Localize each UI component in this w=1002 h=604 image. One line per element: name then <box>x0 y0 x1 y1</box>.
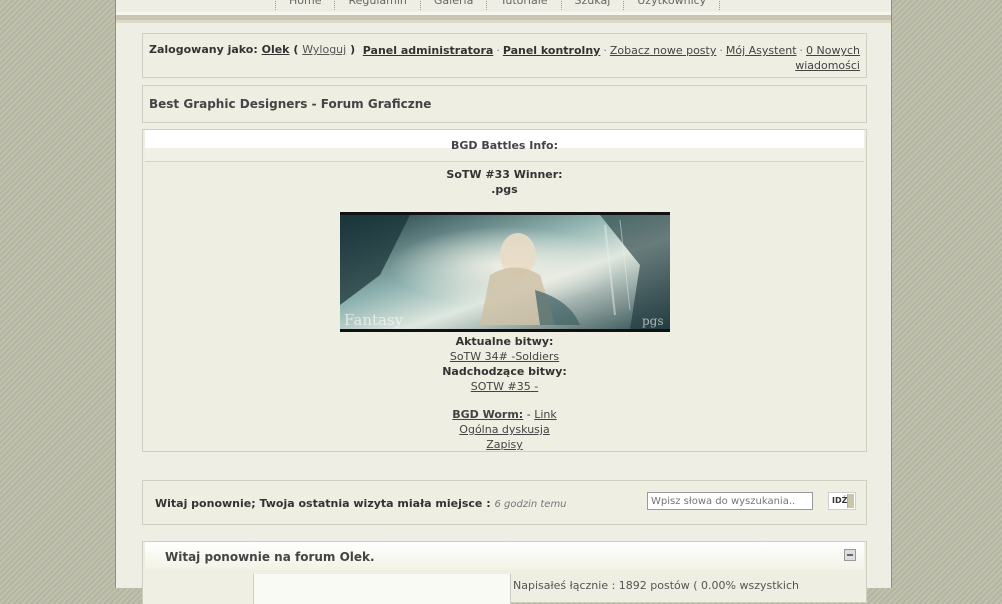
upcoming-battle-link[interactable]: SOTW #35 - <box>471 380 538 393</box>
banner-right-text: pgs <box>642 314 664 328</box>
new-posts-link[interactable]: Zobacz nowe posty <box>610 44 717 57</box>
grip-icon <box>847 494 854 508</box>
forum-welcome-title: Witaj ponownie na forum Olek. <box>165 550 375 564</box>
forum-title-bar: Best Graphic Designers - Forum Graficzne <box>142 85 867 123</box>
battles-info-box: BGD Battles Info: SoTW #33 Winner: .pgs <box>142 129 867 452</box>
collapse-icon[interactable] <box>844 549 856 561</box>
search-input[interactable] <box>647 492 813 510</box>
separator: · <box>719 44 723 57</box>
stats-cell-avatar <box>143 574 254 604</box>
separator: · <box>799 44 804 57</box>
winner-name: .pgs <box>491 183 518 196</box>
forum-title[interactable]: Best Graphic Designers - Forum Graficzne <box>149 97 431 111</box>
current-battles-label: Aktualne bitwy: <box>455 335 554 348</box>
logout-link[interactable]: Wyloguj <box>302 43 346 56</box>
band-mid <box>116 20 891 23</box>
username-link[interactable]: Olek <box>262 43 290 56</box>
last-visit-time: 6 godzin temu <box>494 499 567 510</box>
signups-link[interactable]: Zapisy <box>486 438 523 451</box>
close-paren: ) <box>350 43 356 56</box>
open-paren: ( <box>293 43 299 56</box>
user-bar: Zalogowany jako: Olek ( Wyloguj ) Panel … <box>142 33 867 78</box>
post-stats-text: Napisałeś łącznie : 1892 postów ( 0.00% … <box>513 579 799 592</box>
nav-users[interactable]: Użytkownicy <box>623 0 721 10</box>
assistant-link[interactable]: Mój Asystent <box>726 44 797 57</box>
nav-search[interactable]: Szukaj <box>560 0 625 10</box>
header-bands <box>116 12 891 23</box>
winner-signature-banner: Fantasy pgs <box>339 212 670 332</box>
forum-welcome-box: Witaj ponownie na forum Olek. Napisałeś … <box>142 541 867 604</box>
user-links: Panel administratora · Panel kontrolny · Zob… <box>360 43 860 73</box>
bgd-worm-link[interactable]: BGD Worm: <box>452 408 523 421</box>
last-visit-message: Witaj ponownie; Twoja ostatnia wizyta mi… <box>155 497 567 510</box>
worm-link[interactable]: Link <box>534 408 557 421</box>
control-panel-link[interactable]: Panel kontrolny <box>503 44 601 57</box>
last-visit-text: Witaj ponownie; Twoja ostatnia wizyta mi… <box>155 497 491 510</box>
nav-bar: Home Regulamin Galeria Tutoriale Szukaj … <box>275 0 721 10</box>
stats-cell-info <box>254 574 511 604</box>
battles-content: SoTW #33 Winner: .pgs Fantasy pgs Aktual… <box>143 167 866 452</box>
upcoming-battles-label: Nadchodzące bitwy: <box>442 365 567 378</box>
general-discussion-link[interactable]: Ogólna dyskusja <box>459 423 549 436</box>
nav-home[interactable]: Home <box>275 0 336 10</box>
banner-left-text: Fantasy <box>344 311 404 329</box>
separator: · <box>496 44 500 57</box>
search-go-button[interactable]: IDŹ <box>828 492 856 510</box>
nav-gallery[interactable]: Galeria <box>419 0 488 10</box>
forum-welcome-header: Witaj ponownie na forum Olek. <box>145 542 864 570</box>
logged-as-label: Zalogowany jako: <box>149 43 258 56</box>
nav-rules[interactable]: Regulamin <box>334 0 421 10</box>
forum-welcome-cells: Napisałeś łącznie : 1892 postów ( 0.00% … <box>143 574 866 604</box>
top-navigation: Home Regulamin Galeria Tutoriale Szukaj … <box>116 0 891 12</box>
welcome-back-bar: Witaj ponownie; Twoja ostatnia wizyta mi… <box>142 480 867 525</box>
admin-panel-link[interactable]: Panel administratora <box>363 44 494 57</box>
banner-artwork: Fantasy pgs <box>339 215 670 329</box>
nav-tutorials[interactable]: Tutoriale <box>486 0 562 10</box>
battles-header: BGD Battles Info: <box>145 130 864 162</box>
login-status: Zalogowany jako: Olek ( Wyloguj ) <box>149 43 355 56</box>
winner-label: SoTW #33 Winner: <box>446 168 563 181</box>
messages-link[interactable]: 0 Nowych wiadomości <box>795 44 860 72</box>
go-label: IDŹ <box>832 496 848 505</box>
worm-dash: - <box>526 408 531 421</box>
separator: · <box>603 44 607 57</box>
current-battle-link[interactable]: SoTW 34# -Soldiers <box>450 350 559 363</box>
battles-header-title: BGD Battles Info: <box>451 139 558 152</box>
page-wrapper: Home Regulamin Galeria Tutoriale Szukaj … <box>115 0 892 604</box>
